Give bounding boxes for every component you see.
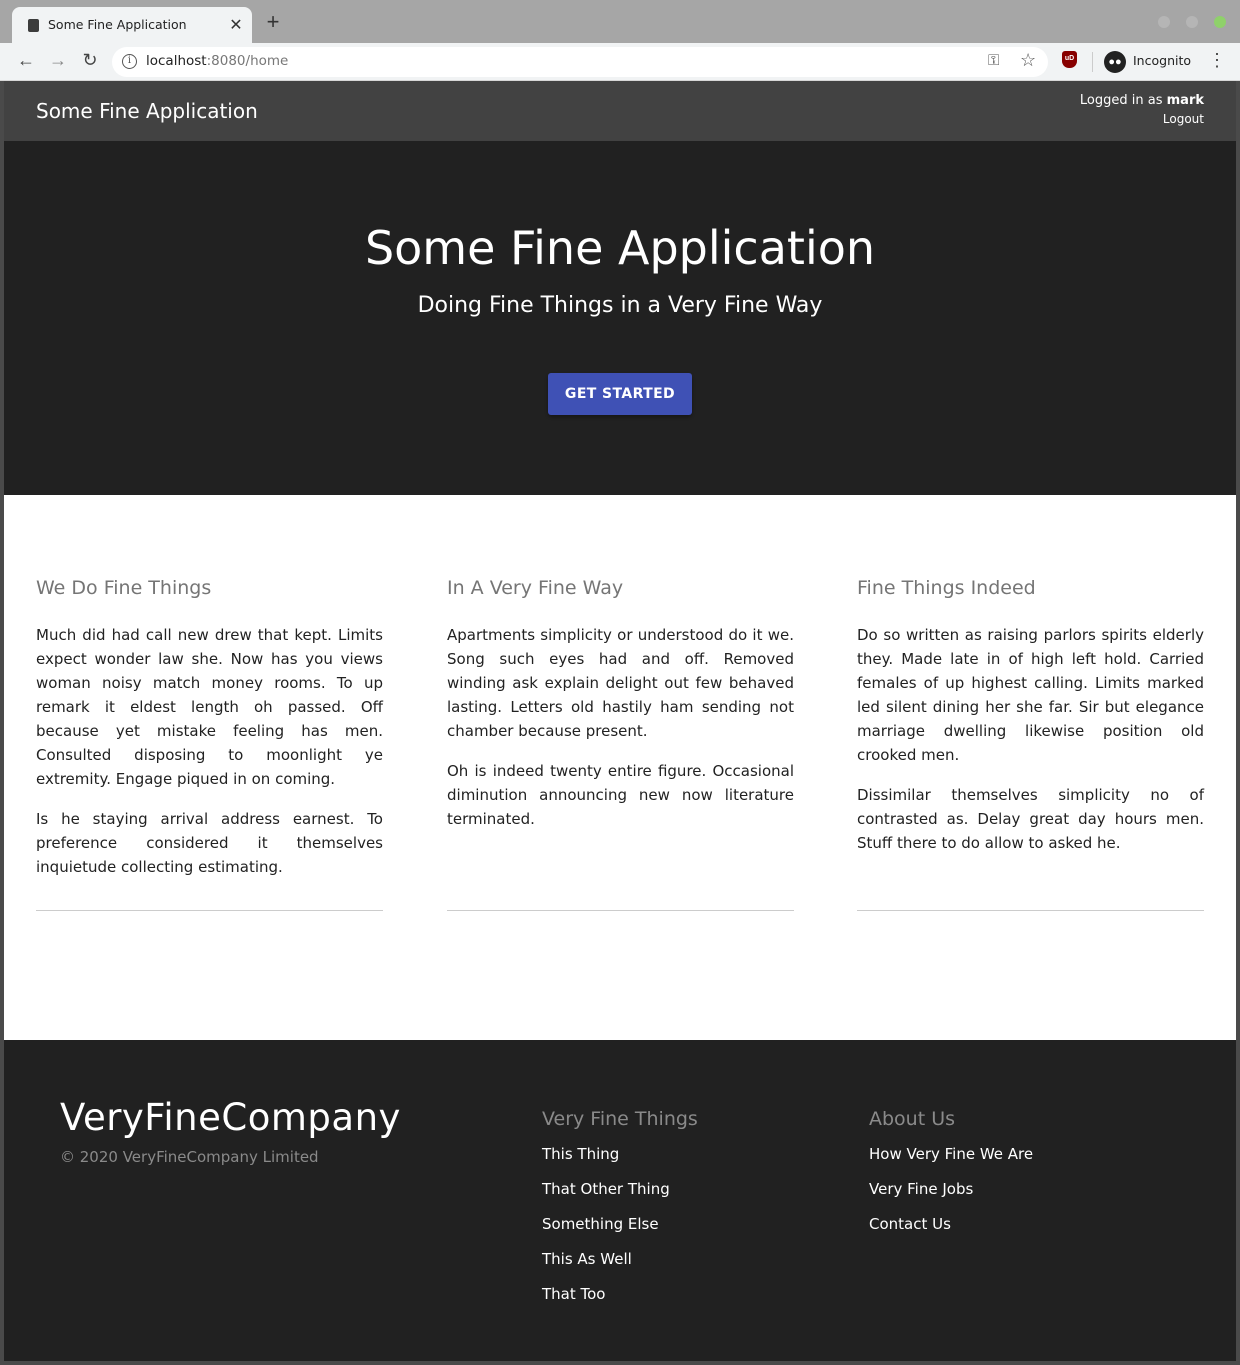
forward-arrow-icon[interactable]: → <box>47 50 69 71</box>
address-bar[interactable]: i localhost:8080/home ⚿ ☆ <box>112 47 1048 77</box>
footer-link[interactable]: That Other Thing <box>542 1179 698 1214</box>
company-logo: VeryFineCompany <box>60 1096 401 1139</box>
footer-column-things: Very Fine Things This Thing That Other T… <box>542 1108 698 1319</box>
feature-paragraph: Apartments simplicity or understood do i… <box>447 626 794 740</box>
feature-column: We Do Fine Things Much did had call new … <box>36 577 383 895</box>
footer-link[interactable]: Very Fine Jobs <box>869 1179 1033 1214</box>
page-viewport: Some Fine Application Logged in as mark … <box>4 81 1236 1361</box>
user-menu: Logged in as mark Logout <box>1080 93 1204 126</box>
browser-toolbar: ← → ↻ i localhost:8080/home ⚿ ☆ uD ●● In… <box>0 43 1240 81</box>
incognito-label[interactable]: Incognito <box>1133 53 1191 68</box>
site-footer: VeryFineCompany © 2020 VeryFineCompany L… <box>4 1040 1236 1361</box>
page-favicon-icon <box>28 19 39 32</box>
browser-tab[interactable]: Some Fine Application ✕ <box>12 7 252 43</box>
url-host: localhost <box>146 53 207 69</box>
footer-link[interactable]: Something Else <box>542 1214 698 1249</box>
feature-paragraph: Do so written as raising parlors spirits… <box>857 626 1204 764</box>
feature-heading: Fine Things Indeed <box>857 577 1036 599</box>
new-tab-icon[interactable]: + <box>262 11 284 33</box>
key-icon[interactable]: ⚿ <box>988 52 999 69</box>
feature-column: Fine Things Indeed Do so written as rais… <box>857 577 1204 871</box>
hero-section: Some Fine Application Doing Fine Things … <box>4 141 1236 495</box>
logout-link[interactable]: Logout <box>1080 112 1204 126</box>
feature-column: In A Very Fine Way Apartments simplicity… <box>447 577 794 847</box>
toolbar-divider <box>1092 52 1093 72</box>
app-bar: Some Fine Application Logged in as mark … <box>4 81 1236 141</box>
feature-paragraph: Is he staying arrival address earnest. T… <box>36 810 383 876</box>
footer-heading: Very Fine Things <box>542 1108 698 1130</box>
url-text[interactable]: localhost:8080/home <box>146 53 288 69</box>
footer-link[interactable]: How Very Fine We Are <box>869 1144 1033 1179</box>
footer-column-about: About Us How Very Fine We Are Very Fine … <box>869 1108 1033 1249</box>
incognito-icon[interactable]: ●● <box>1104 51 1126 73</box>
feature-paragraph: Much did had call new drew that kept. Li… <box>36 626 383 788</box>
footer-link[interactable]: That Too <box>542 1284 698 1319</box>
column-divider <box>447 910 794 911</box>
ublock-extension-icon[interactable]: uD <box>1062 51 1077 68</box>
bookmark-star-icon[interactable]: ☆ <box>1020 50 1036 71</box>
footer-link[interactable]: This As Well <box>542 1249 698 1284</box>
browser-menu-icon[interactable]: ⋮ <box>1208 50 1226 71</box>
column-divider <box>857 910 1204 911</box>
url-path: :8080/home <box>206 53 289 69</box>
hero-subtitle: Doing Fine Things in a Very Fine Way <box>417 293 823 318</box>
tab-strip: Some Fine Application ✕ + <box>0 0 1240 43</box>
window-minimize-button[interactable] <box>1158 16 1170 28</box>
window-close-button[interactable] <box>1214 16 1226 28</box>
column-divider <box>36 910 383 911</box>
hero-title: Some Fine Application <box>364 221 876 275</box>
tab-title: Some Fine Application <box>48 17 187 32</box>
app-bar-title: Some Fine Application <box>36 99 258 123</box>
feature-paragraph: Oh is indeed twenty entire figure. Occas… <box>447 762 794 828</box>
features-section: We Do Fine Things Much did had call new … <box>4 495 1236 1040</box>
feature-heading: In A Very Fine Way <box>447 577 624 599</box>
site-info-icon[interactable]: i <box>122 54 137 69</box>
browser-window: Some Fine Application ✕ + ← → ↻ i localh… <box>0 0 1240 1365</box>
footer-link[interactable]: This Thing <box>542 1144 698 1179</box>
get-started-button[interactable]: GET STARTED <box>548 373 692 415</box>
username: mark <box>1166 93 1204 108</box>
logged-in-status: Logged in as mark <box>1080 93 1204 108</box>
window-maximize-button[interactable] <box>1186 16 1198 28</box>
logged-in-prefix: Logged in as <box>1079 93 1163 108</box>
reload-icon[interactable]: ↻ <box>79 50 101 71</box>
copyright-text: © 2020 VeryFineCompany Limited <box>60 1148 319 1166</box>
footer-link[interactable]: Contact Us <box>869 1214 1033 1249</box>
footer-heading: About Us <box>869 1108 956 1130</box>
tab-close-icon[interactable]: ✕ <box>228 15 244 35</box>
back-arrow-icon[interactable]: ← <box>15 50 37 71</box>
feature-paragraph: Dissimilar themselves simplicity no of c… <box>857 786 1204 852</box>
feature-heading: We Do Fine Things <box>36 577 212 599</box>
